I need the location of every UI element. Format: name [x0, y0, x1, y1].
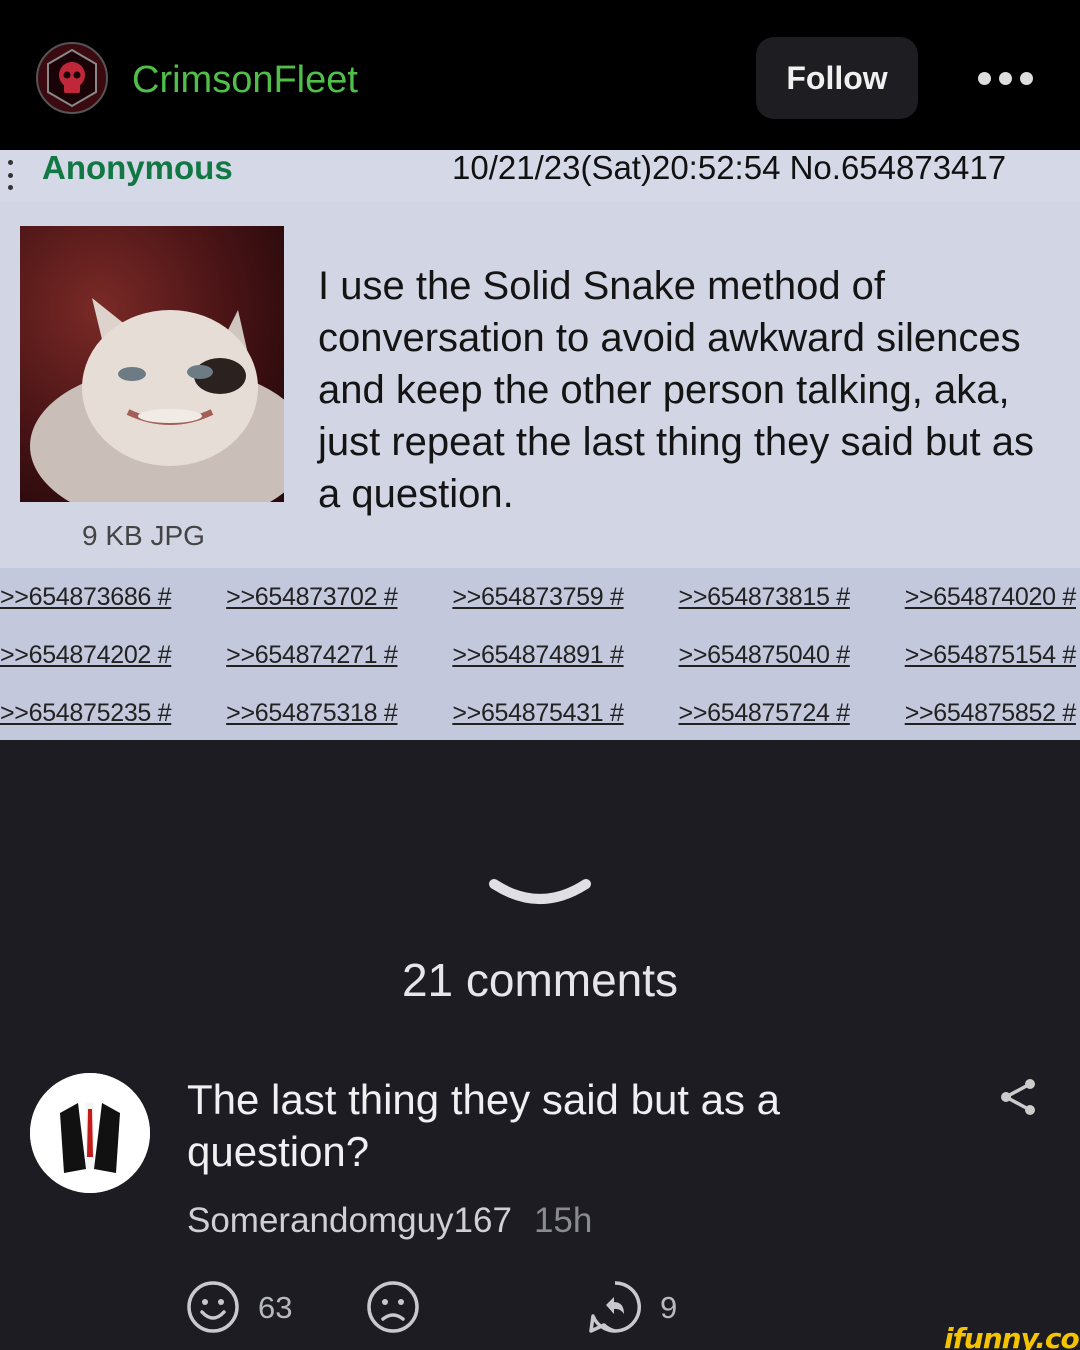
- reply-link[interactable]: >>654874271 #: [226, 641, 398, 670]
- reply-row: >>654873686 # >>654873702 # >>654873759 …: [0, 568, 1080, 626]
- reply-link[interactable]: >>654875318 #: [226, 699, 398, 728]
- more-dots-icon[interactable]: [978, 66, 1038, 90]
- comment-author[interactable]: Somerandomguy167: [187, 1201, 512, 1240]
- reply-link[interactable]: >>654875235 #: [0, 699, 172, 728]
- smile-count: 63: [258, 1290, 293, 1325]
- reply-row: >>654875235 # >>654875318 # >>654875431 …: [0, 684, 1080, 740]
- smile-icon[interactable]: [186, 1280, 240, 1334]
- poster-name: Anonymous: [42, 150, 233, 186]
- chevron-down-icon[interactable]: [488, 876, 592, 916]
- reply-link[interactable]: >>654874020 #: [905, 583, 1077, 612]
- post-body: 9 KB JPG I use the Solid Snake method of…: [0, 202, 1080, 568]
- post-head: Anonymous 10/21/23(Sat)20:52:54 No.65487…: [0, 150, 1080, 202]
- post-text: I use the Solid Snake method of conversa…: [318, 264, 1034, 516]
- reply-icon[interactable]: [588, 1280, 642, 1334]
- follow-button[interactable]: Follow: [756, 37, 918, 119]
- cat-thumbnail: [20, 226, 284, 502]
- comment-text: The last thing they said but as a questi…: [187, 1076, 781, 1175]
- comment-meta: Somerandomguy167 15h: [187, 1200, 592, 1242]
- reply-link[interactable]: >>654873759 #: [452, 583, 624, 612]
- skull-hexagon-icon[interactable]: [36, 42, 108, 114]
- post-date: 10/21/23(Sat)20:52:54 No.654873417: [452, 150, 1007, 186]
- reply-link[interactable]: >>654873686 #: [0, 583, 172, 612]
- channel-name[interactable]: CrimsonFleet: [132, 58, 358, 102]
- comments-count: 21 comments: [401, 954, 679, 1006]
- comment-actions: 63 9: [0, 1280, 1080, 1336]
- post-image[interactable]: Anonymous 10/21/23(Sat)20:52:54 No.65487…: [0, 150, 1080, 740]
- file-info: 9 KB JPG: [82, 520, 205, 551]
- reply-link[interactable]: >>654874891 #: [452, 641, 624, 670]
- avatar[interactable]: [30, 1073, 150, 1193]
- post-header: CrimsonFleet Follow: [0, 0, 1080, 150]
- reply-link[interactable]: >>654875852 #: [905, 699, 1077, 728]
- reply-link[interactable]: >>654874202 #: [0, 641, 172, 670]
- reply-link[interactable]: >>654875154 #: [905, 641, 1077, 670]
- reply-row: >>654874202 # >>654874271 # >>654874891 …: [0, 626, 1080, 684]
- comment-time: 15h: [533, 1201, 593, 1240]
- reply-links: >>654873686 # >>654873702 # >>654873759 …: [0, 568, 1080, 740]
- reply-link[interactable]: >>654875724 #: [679, 699, 851, 728]
- reply-link[interactable]: >>654875431 #: [452, 699, 624, 728]
- ifunny-watermark: ifunny.co: [944, 1322, 1080, 1350]
- reply-link[interactable]: >>654875040 #: [679, 641, 851, 670]
- frown-icon[interactable]: [366, 1280, 420, 1334]
- reply-link[interactable]: >>654873702 #: [226, 583, 398, 612]
- post-menu-icon: [8, 160, 16, 190]
- reply-count: 9: [660, 1290, 678, 1325]
- share-icon[interactable]: [1000, 1078, 1038, 1116]
- reply-link[interactable]: >>654873815 #: [679, 583, 851, 612]
- suit-avatar-icon: [30, 1073, 150, 1193]
